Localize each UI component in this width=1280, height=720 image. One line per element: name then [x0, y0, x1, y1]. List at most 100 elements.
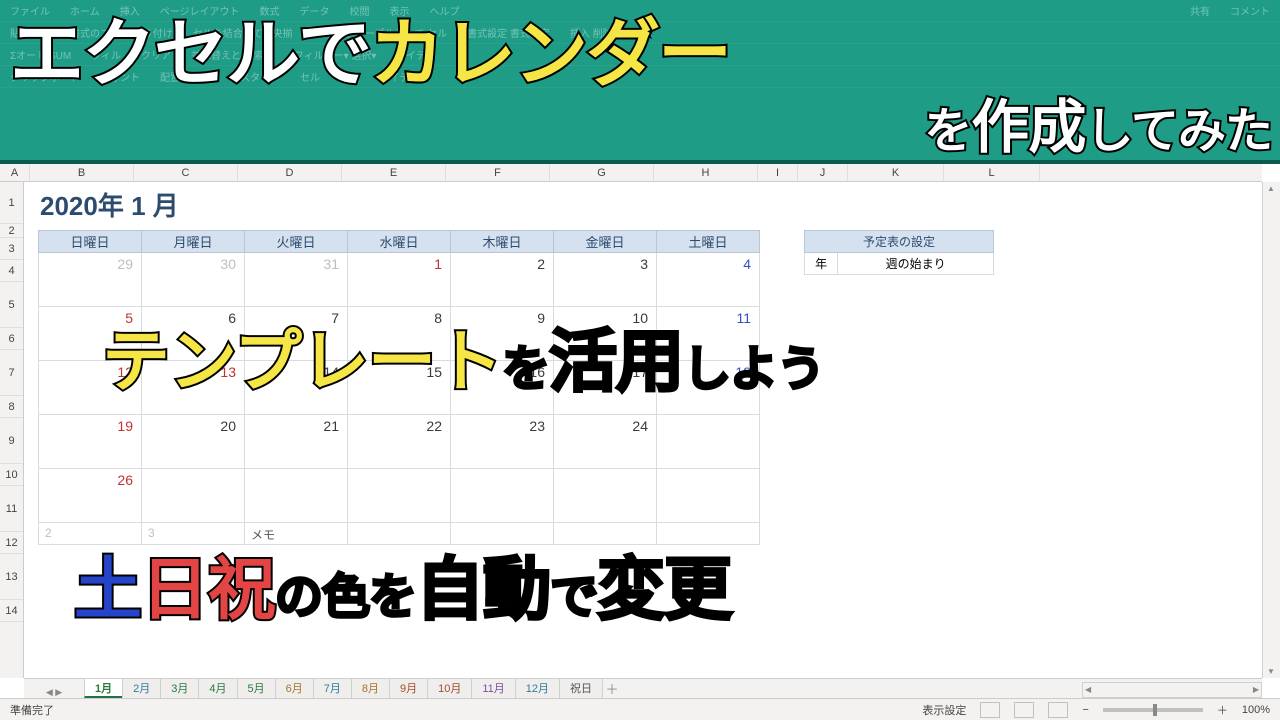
- col-header-A[interactable]: A: [0, 164, 30, 181]
- horizontal-scrollbar[interactable]: [1082, 682, 1262, 698]
- sheet-tab-3月[interactable]: 3月: [160, 678, 199, 698]
- col-header-H[interactable]: H: [654, 164, 758, 181]
- sheet-tab-7月[interactable]: 7月: [313, 678, 352, 698]
- calendar-cell[interactable]: 26: [39, 469, 142, 523]
- sheet-tab-1月[interactable]: 1月: [84, 678, 123, 698]
- row-header-3[interactable]: 3: [0, 238, 23, 260]
- headline-1: エクセルでカレンダー: [10, 0, 730, 101]
- view-pagebreak-icon[interactable]: [1048, 702, 1068, 718]
- col-header-C[interactable]: C: [134, 164, 238, 181]
- zoom-slider[interactable]: [1103, 708, 1203, 712]
- vertical-scrollbar[interactable]: [1262, 182, 1280, 678]
- sheet-tab-strip: ◀ ▶ 1月2月3月4月5月6月7月8月9月10月11月12月祝日 ＋: [24, 678, 1262, 698]
- calendar-cell[interactable]: [657, 469, 760, 523]
- caption3-p2: 自動: [416, 552, 550, 628]
- row-header-4[interactable]: 4: [0, 260, 23, 282]
- zoom-level[interactable]: 100%: [1242, 704, 1270, 716]
- row-header-14[interactable]: 14: [0, 600, 23, 622]
- tab-nav-arrows[interactable]: ◀ ▶: [24, 687, 84, 698]
- calendar-cell[interactable]: [657, 415, 760, 469]
- sheet-tab-11月[interactable]: 11月: [471, 678, 515, 698]
- row-header-7[interactable]: 7: [0, 350, 23, 396]
- calendar-cell[interactable]: 22: [348, 415, 451, 469]
- row-header-8[interactable]: 8: [0, 396, 23, 418]
- sheet-tab-2月[interactable]: 2月: [122, 678, 161, 698]
- view-layout-icon[interactable]: [1014, 702, 1034, 718]
- calendar-header: 土曜日: [657, 231, 760, 253]
- sheet-tab-12月[interactable]: 12月: [515, 678, 560, 698]
- caption-2: テンプレートを活用しよう: [102, 306, 824, 405]
- calendar-cell[interactable]: 20: [142, 415, 245, 469]
- settings-weekstart-label: 週の始まり: [838, 253, 994, 275]
- row-header-1[interactable]: 1: [0, 182, 23, 224]
- row-header-2[interactable]: 2: [0, 224, 23, 238]
- title-band: ファイルホーム挿入ページレイアウト数式データ校閲表示ヘルプ共有コメント 貼り付け…: [0, 0, 1280, 164]
- calendar-header: 金曜日: [554, 231, 657, 253]
- row-header-12[interactable]: 12: [0, 532, 23, 554]
- calendar-cell[interactable]: 21: [245, 415, 348, 469]
- calendar-cell[interactable]: 29: [39, 253, 142, 307]
- col-header-F[interactable]: F: [446, 164, 550, 181]
- row-header-10[interactable]: 10: [0, 464, 23, 486]
- sheet-tab-8月[interactable]: 8月: [351, 678, 390, 698]
- sheet-tab-5月[interactable]: 5月: [237, 678, 276, 698]
- caption3-p1: の色を: [275, 571, 416, 624]
- calendar-cell[interactable]: 30: [142, 253, 245, 307]
- headline-1a: エクセルで: [10, 12, 370, 95]
- sheet-tab-4月[interactable]: 4月: [198, 678, 237, 698]
- caption3-red: 日祝: [141, 552, 275, 628]
- add-sheet-button[interactable]: ＋: [602, 679, 622, 698]
- spreadsheet-area: ABCDEFGHIJKL 1234567891011121314 2020年 1…: [0, 164, 1280, 698]
- col-header-I[interactable]: I: [758, 164, 798, 181]
- display-settings[interactable]: 表示設定: [922, 702, 966, 718]
- caption3-p4: 変更: [597, 552, 731, 628]
- calendar-cell[interactable]: 31: [245, 253, 348, 307]
- col-header-K[interactable]: K: [848, 164, 944, 181]
- calendar-cell[interactable]: [451, 469, 554, 523]
- calendar-cell[interactable]: 1: [348, 253, 451, 307]
- settings-table[interactable]: 予定表の設定 年 週の始まり: [804, 230, 994, 275]
- caption-3: 土日祝の色を自動で変更: [74, 534, 731, 633]
- calendar-cell[interactable]: [554, 469, 657, 523]
- row-header-5[interactable]: 5: [0, 282, 23, 328]
- caption2-p3: しよう: [683, 343, 824, 396]
- headline-2b: 作成: [971, 95, 1085, 160]
- calendar-cell[interactable]: [142, 469, 245, 523]
- calendar-cell[interactable]: [348, 469, 451, 523]
- row-header-13[interactable]: 13: [0, 554, 23, 600]
- status-ready: 準備完了: [10, 702, 54, 718]
- status-bar: 準備完了 表示設定 − ＋ 100%: [0, 698, 1280, 720]
- row-header-11[interactable]: 11: [0, 486, 23, 532]
- calendar-cell[interactable]: 19: [39, 415, 142, 469]
- row-header-9[interactable]: 9: [0, 418, 23, 464]
- col-header-G[interactable]: G: [550, 164, 654, 181]
- col-header-E[interactable]: E: [342, 164, 446, 181]
- calendar-cell[interactable]: 2: [451, 253, 554, 307]
- calendar-cell[interactable]: [245, 469, 348, 523]
- row-headers[interactable]: 1234567891011121314: [0, 182, 24, 678]
- col-header-L[interactable]: L: [944, 164, 1040, 181]
- calendar-header: 月曜日: [142, 231, 245, 253]
- month-title: 2020年 1 月: [40, 186, 179, 223]
- caption2-p2: 活用: [549, 324, 683, 400]
- calendar-header: 日曜日: [39, 231, 142, 253]
- settings-header: 予定表の設定: [805, 231, 994, 253]
- row-header-6[interactable]: 6: [0, 328, 23, 350]
- col-header-D[interactable]: D: [238, 164, 342, 181]
- calendar-cell[interactable]: 3: [554, 253, 657, 307]
- column-headers[interactable]: ABCDEFGHIJKL: [0, 164, 1262, 182]
- caption2-p1: を: [502, 343, 549, 396]
- calendar-cell[interactable]: 24: [554, 415, 657, 469]
- calendar-cell[interactable]: 4: [657, 253, 760, 307]
- col-header-J[interactable]: J: [798, 164, 848, 181]
- sheet-tab-祝日[interactable]: 祝日: [559, 678, 603, 698]
- zoom-in-icon[interactable]: ＋: [1217, 702, 1228, 718]
- view-normal-icon[interactable]: [980, 702, 1000, 718]
- col-header-B[interactable]: B: [30, 164, 134, 181]
- sheet-tab-9月[interactable]: 9月: [389, 678, 428, 698]
- sheet-content: 2020年 1 月 日曜日月曜日火曜日水曜日木曜日金曜日土曜日 29303112…: [24, 182, 1262, 678]
- sheet-tab-6月[interactable]: 6月: [275, 678, 314, 698]
- zoom-out-icon[interactable]: −: [1082, 704, 1088, 716]
- calendar-cell[interactable]: 23: [451, 415, 554, 469]
- sheet-tab-10月[interactable]: 10月: [427, 678, 472, 698]
